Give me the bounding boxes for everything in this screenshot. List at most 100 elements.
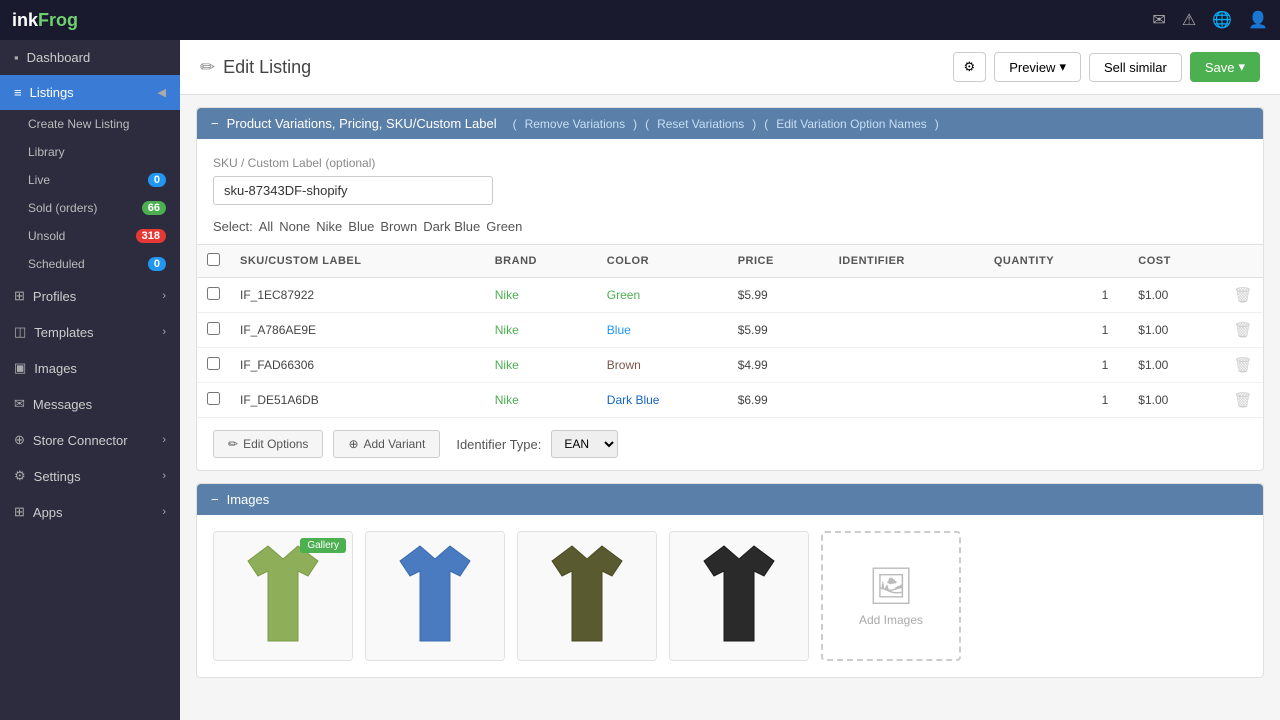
cell-cost: $1.00 — [1128, 348, 1223, 383]
add-images-box[interactable]: 🖼 Add Images — [821, 531, 961, 661]
sidebar-item-scheduled[interactable]: Scheduled 0 — [0, 250, 180, 278]
profiles-icon: ⊞ — [14, 288, 25, 304]
shirt-svg-4 — [689, 541, 789, 651]
sidebar-item-live[interactable]: Live 0 — [0, 166, 180, 194]
select-none-link[interactable]: None — [279, 219, 310, 234]
table-row: IF_DE51A6DB Nike Dark Blue $6.99 1 $1.00… — [197, 383, 1263, 418]
header-actions: ⚙ Preview ▾ Sell similar Save ▾ — [953, 52, 1260, 82]
cell-sku: IF_A786AE9E — [230, 313, 485, 348]
sidebar-item-profiles[interactable]: ⊞ Profiles › — [0, 278, 180, 314]
cell-brand: Nike — [485, 383, 597, 418]
live-badge: 0 — [148, 173, 166, 187]
sidebar-item-library[interactable]: Library — [0, 138, 180, 166]
gear-button[interactable]: ⚙ — [953, 52, 987, 82]
cell-identifier — [829, 313, 984, 348]
select-brown-link[interactable]: Brown — [380, 219, 417, 234]
delete-row-button[interactable]: 🗑 — [1233, 287, 1252, 304]
row-checkbox[interactable] — [207, 392, 220, 405]
chevron-icon: ◀ — [158, 86, 166, 99]
chevron-icon: › — [162, 290, 166, 302]
col-price: PRICE — [728, 245, 829, 278]
sidebar-item-store-connector[interactable]: ⊕ Store Connector › — [0, 422, 180, 458]
alert-icon[interactable]: ⚠ — [1182, 10, 1196, 30]
sell-similar-button[interactable]: Sell similar — [1089, 53, 1182, 82]
col-color: COLOR — [597, 245, 728, 278]
save-label: Save — [1205, 60, 1235, 75]
page-title-text: Edit Listing — [223, 57, 311, 78]
sidebar-item-listings[interactable]: ≡ Listings ◀ — [0, 75, 180, 110]
row-checkbox[interactable] — [207, 357, 220, 370]
sidebar-item-templates[interactable]: ◫ Templates › — [0, 314, 180, 350]
table-row: IF_FAD66306 Nike Brown $4.99 1 $1.00 🗑 — [197, 348, 1263, 383]
preview-button[interactable]: Preview ▾ — [994, 52, 1081, 82]
image-thumb-3[interactable] — [517, 531, 657, 661]
sidebar-item-sold[interactable]: Sold (orders) 66 — [0, 194, 180, 222]
variations-section-title: Product Variations, Pricing, SKU/Custom … — [227, 116, 497, 131]
topnav-icons: ✉ ⚠ 🌐 👤 — [1152, 10, 1268, 30]
user-icon[interactable]: 👤 — [1248, 10, 1268, 30]
select-all-link[interactable]: All — [259, 219, 273, 234]
image-thumb-2[interactable] — [365, 531, 505, 661]
reset-variations-link[interactable]: Reset Variations — [657, 117, 744, 131]
unsold-badge: 318 — [136, 229, 166, 243]
settings-icon: ⚙ — [14, 468, 26, 484]
images-icon: ▣ — [14, 360, 26, 376]
cell-color: Green — [597, 278, 728, 313]
select-nike-link[interactable]: Nike — [316, 219, 342, 234]
col-quantity: QUANTITY — [984, 245, 1128, 278]
sidebar-item-unsold[interactable]: Unsold 318 — [0, 222, 180, 250]
delete-row-button[interactable]: 🗑 — [1233, 322, 1252, 339]
cell-sku: IF_DE51A6DB — [230, 383, 485, 418]
scheduled-badge: 0 — [148, 257, 166, 271]
sidebar-item-label: Dashboard — [27, 50, 91, 65]
page-title: ✏ Edit Listing — [200, 57, 311, 78]
dropdown-arrow-icon: ▾ — [1059, 59, 1066, 75]
cell-color: Blue — [597, 313, 728, 348]
cell-quantity: 1 — [984, 348, 1128, 383]
save-button[interactable]: Save ▾ — [1190, 52, 1260, 82]
cell-price: $5.99 — [728, 278, 829, 313]
delete-row-button[interactable]: 🗑 — [1233, 392, 1252, 409]
identifier-type-label: Identifier Type: — [456, 437, 541, 452]
image-thumb-1[interactable]: Gallery — [213, 531, 353, 661]
sidebar-item-label: Templates — [34, 325, 93, 340]
select-all-checkbox[interactable] — [207, 253, 220, 266]
sidebar-item-messages[interactable]: ✉ Messages — [0, 386, 180, 422]
chevron-icon: › — [162, 326, 166, 338]
row-checkbox[interactable] — [207, 322, 220, 335]
edit-variation-option-names-link[interactable]: Edit Variation Option Names — [776, 117, 927, 131]
variations-section-header: − Product Variations, Pricing, SKU/Custo… — [197, 108, 1263, 139]
cell-cost: $1.00 — [1128, 313, 1223, 348]
edit-options-button[interactable]: ✏ Edit Options — [213, 430, 323, 458]
sidebar-item-label: Apps — [33, 505, 63, 520]
sidebar-item-images[interactable]: ▣ Images — [0, 350, 180, 386]
sidebar-item-settings[interactable]: ⚙ Settings › — [0, 458, 180, 494]
image-thumb-4[interactable] — [669, 531, 809, 661]
shirt-svg-3 — [537, 541, 637, 651]
chevron-icon: › — [162, 434, 166, 446]
cell-quantity: 1 — [984, 313, 1128, 348]
select-green-link[interactable]: Green — [486, 219, 522, 234]
col-brand: BRAND — [485, 245, 597, 278]
select-darkblue-link[interactable]: Dark Blue — [423, 219, 480, 234]
row-checkbox[interactable] — [207, 287, 220, 300]
sidebar-item-create-listing[interactable]: Create New Listing — [0, 110, 180, 138]
delete-row-button[interactable]: 🗑 — [1233, 357, 1252, 374]
sidebar-item-label: Store Connector — [33, 433, 128, 448]
shirt-svg-2 — [385, 541, 485, 651]
select-blue-link[interactable]: Blue — [348, 219, 374, 234]
sidebar: ▪ Dashboard ≡ Listings ◀ Create New List… — [0, 40, 180, 720]
globe-icon[interactable]: 🌐 — [1212, 10, 1232, 30]
images-section-header: − Images — [197, 484, 1263, 515]
sidebar-item-label: Profiles — [33, 289, 76, 304]
sidebar-item-dashboard[interactable]: ▪ Dashboard — [0, 40, 180, 75]
collapse-icon: − — [211, 116, 219, 131]
cell-brand: Nike — [485, 278, 597, 313]
add-variant-button[interactable]: ⊕ Add Variant — [333, 430, 440, 458]
sku-input[interactable] — [213, 176, 493, 205]
remove-variations-link[interactable]: Remove Variations — [525, 117, 626, 131]
select-label: Select: — [213, 219, 253, 234]
mail-icon[interactable]: ✉ — [1152, 10, 1165, 30]
identifier-type-select[interactable]: EAN UPC ISBN MPN — [551, 430, 618, 458]
sidebar-item-apps[interactable]: ⊞ Apps › — [0, 494, 180, 530]
